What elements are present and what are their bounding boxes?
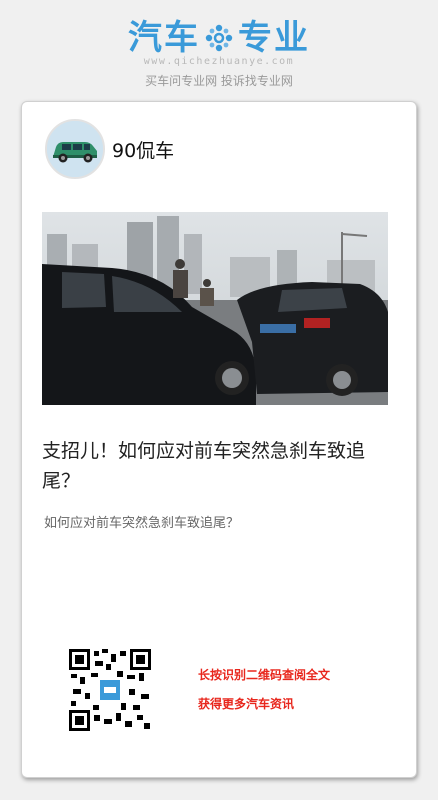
qr-code[interactable] — [69, 649, 151, 731]
avatar[interactable] — [45, 119, 105, 179]
car-avatar-icon — [47, 121, 103, 177]
site-logo[interactable]: 汽车 专业 — [0, 18, 438, 58]
hero-image — [42, 212, 388, 405]
article-card: 90侃车 支招儿！如何应对前车突然急刹车致追尾？ 如何应对前车突然急刹车致追尾？… — [21, 101, 417, 778]
site-header: 汽车 专业 www.qichezhuanye.com 买车问专业网 投诉找专业网 — [0, 0, 438, 100]
logo-text-right: 专业 — [238, 18, 310, 58]
car-accident-photo — [42, 212, 388, 405]
gear-icon — [205, 24, 233, 52]
cta-more-news: 获得更多汽车资讯 — [198, 697, 295, 711]
cta-scan-qr: 长按识别二维码查阅全文 — [198, 668, 331, 682]
site-tagline: 买车问专业网 投诉找专业网 — [145, 74, 293, 88]
logo-text-left: 汽车 — [128, 18, 200, 58]
article-title[interactable]: 支招儿！如何应对前车突然急刹车致追尾？ — [42, 436, 402, 496]
author-name[interactable]: 90侃车 — [112, 136, 174, 163]
qr-code-icon — [69, 649, 151, 731]
site-url: www.qichezhuanye.com — [143, 56, 295, 67]
article-description: 如何应对前车突然急刹车致追尾？ — [44, 516, 240, 531]
